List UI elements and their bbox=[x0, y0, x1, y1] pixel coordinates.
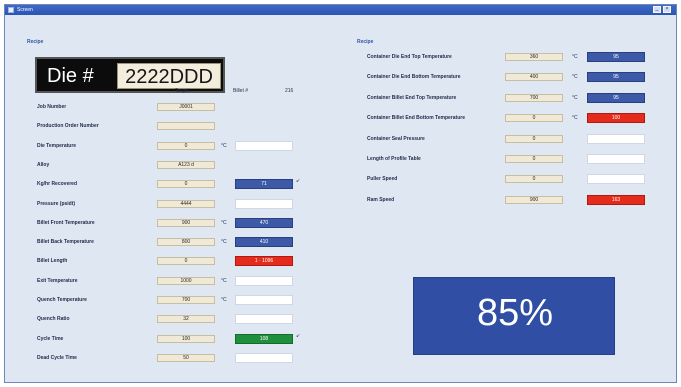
die-temperature-input[interactable]: 0 bbox=[157, 141, 215, 150]
pressure-psidt-input[interactable]: 4444 bbox=[157, 199, 215, 208]
cycle-time-label: Cycle Time bbox=[37, 335, 64, 342]
pressure-psidt-status-box bbox=[235, 198, 293, 209]
minimize-button[interactable]: _ bbox=[653, 6, 661, 13]
quench-ratio-label: Quench Ratio bbox=[37, 316, 70, 323]
job-number-label: Job Number bbox=[37, 104, 67, 110]
billet-back-temperature-unit: °C bbox=[221, 239, 227, 246]
exit-temperature-status-box bbox=[235, 275, 293, 286]
left-section-label: Recipe bbox=[27, 39, 44, 45]
die-value: 2222DDD bbox=[117, 63, 221, 89]
exit-temperature-input[interactable]: 1000 bbox=[157, 276, 215, 285]
container-seal-pressure-status-box bbox=[587, 133, 645, 144]
container-die-end-top-temperature-input[interactable]: 360 bbox=[505, 53, 563, 61]
billet-back-temperature-status-box: 410 bbox=[235, 237, 293, 248]
ram-speed-label: Ram Speed bbox=[367, 196, 395, 203]
container-die-end-top-temperature-label: Container Die End Top Temperature bbox=[367, 54, 452, 60]
die-banner: Die # 2222DDD bbox=[35, 57, 225, 93]
right-section-label: Recipe bbox=[357, 39, 374, 45]
billet-length-status-box: 1 · 1096 bbox=[235, 256, 293, 267]
puller-speed-label: Puller Speed bbox=[367, 176, 398, 183]
die-temperature-label: Die Temperature bbox=[37, 142, 77, 149]
quench-temperature-input[interactable]: 700 bbox=[157, 296, 215, 304]
length-of-profile-table-label: Length of Profile Table bbox=[367, 156, 421, 162]
cycle-time-input[interactable]: 100 bbox=[157, 334, 215, 343]
kg-hr-recovered-status-box: 71 bbox=[235, 179, 293, 190]
pressure-psidt-label: Pressure (psidt) bbox=[37, 200, 76, 207]
container-billet-end-bottom-temperature-label: Container Billet End Bottom Temperature bbox=[367, 115, 465, 122]
billet-front-temperature-label: Billet Front Temperature bbox=[37, 219, 95, 226]
exit-temperature-label: Exit Temperature bbox=[37, 277, 78, 284]
exit-temperature-unit: °C bbox=[221, 277, 227, 284]
quench-temperature-unit: °C bbox=[221, 297, 227, 303]
app-icon bbox=[8, 7, 14, 13]
puller-speed-status-box bbox=[587, 174, 645, 185]
billet-length-input[interactable]: 0 bbox=[157, 257, 215, 266]
window-title: Screen bbox=[17, 7, 33, 13]
container-die-end-bottom-temperature-input[interactable]: 400 bbox=[505, 73, 563, 82]
target-column-header: Target bbox=[175, 88, 189, 94]
ram-speed-input[interactable]: 900 bbox=[505, 195, 563, 204]
die-label: Die # bbox=[47, 65, 94, 87]
dead-cycle-time-status-box bbox=[235, 352, 293, 363]
puller-speed-input[interactable]: 0 bbox=[505, 175, 563, 184]
container-seal-pressure-label: Container Seal Pressure bbox=[367, 135, 425, 142]
billet-back-temperature-input[interactable]: 800 bbox=[157, 238, 215, 247]
dead-cycle-time-input[interactable]: 50 bbox=[157, 353, 215, 362]
title-bar: Screen _ × bbox=[5, 5, 676, 15]
ram-speed-status-box: 163 bbox=[587, 194, 645, 205]
billet-front-temperature-input[interactable]: 900 bbox=[157, 218, 215, 227]
container-billet-end-bottom-temperature-status-box: 100 bbox=[587, 113, 645, 124]
app-window: Screen _ × Recipe Die # 2222DDD Target B… bbox=[4, 4, 677, 383]
container-die-end-bottom-temperature-unit: °C bbox=[572, 74, 578, 81]
alloy-label: Alloy bbox=[37, 161, 50, 168]
container-billet-end-bottom-temperature-input[interactable]: 0 bbox=[505, 114, 563, 123]
cycle-time-marker-icon: ↙ bbox=[296, 332, 301, 339]
main-content: Recipe Die # 2222DDD Target Billet # 216… bbox=[5, 15, 676, 382]
progress-panel: 85% bbox=[413, 277, 615, 355]
alloy-input[interactable]: A123 d bbox=[157, 160, 215, 169]
container-seal-pressure-input[interactable]: 0 bbox=[505, 134, 563, 143]
quench-ratio-status-box bbox=[235, 314, 293, 325]
container-die-end-bottom-temperature-status-box: 95 bbox=[587, 72, 645, 83]
cycle-time-status-box: 108 bbox=[235, 333, 293, 344]
quench-ratio-input[interactable]: 32 bbox=[157, 315, 215, 324]
billet-number: 216 bbox=[285, 88, 294, 94]
billet-column-header: Billet # bbox=[233, 88, 249, 94]
container-billet-end-bottom-temperature-unit: °C bbox=[572, 115, 578, 122]
die-temperature-status-box bbox=[235, 140, 293, 151]
job-number-input[interactable]: J0001 bbox=[157, 103, 215, 111]
die-temperature-unit: °C bbox=[221, 142, 227, 149]
container-billet-end-top-temperature-unit: °C bbox=[572, 94, 578, 101]
kg-hr-recovered-label: Kg/hr Recovered bbox=[37, 181, 78, 188]
container-die-end-top-temperature-status-box: 95 bbox=[587, 52, 645, 62]
container-billet-end-top-temperature-label: Container Billet End Top Temperature bbox=[367, 94, 457, 101]
kg-hr-recovered-marker-icon: ↙ bbox=[296, 178, 301, 185]
billet-back-temperature-label: Billet Back Temperature bbox=[37, 239, 94, 246]
production-order-number-input[interactable] bbox=[157, 122, 215, 131]
container-die-end-bottom-temperature-label: Container Die End Bottom Temperature bbox=[367, 74, 461, 81]
length-of-profile-table-status-box bbox=[587, 154, 645, 164]
close-button[interactable]: × bbox=[663, 6, 671, 13]
quench-temperature-label: Quench Temperature bbox=[37, 297, 87, 303]
progress-percent: 85% bbox=[476, 292, 554, 334]
container-billet-end-top-temperature-status-box: 95 bbox=[587, 92, 645, 103]
production-order-number-label: Production Order Number bbox=[37, 123, 99, 130]
container-billet-end-top-temperature-input[interactable]: 700 bbox=[505, 93, 563, 102]
dead-cycle-time-label: Dead Cycle Time bbox=[37, 354, 77, 361]
quench-temperature-status-box bbox=[235, 295, 293, 305]
length-of-profile-table-input[interactable]: 0 bbox=[505, 155, 563, 163]
billet-length-label: Billet Length bbox=[37, 258, 68, 265]
billet-front-temperature-status-box: 470 bbox=[235, 217, 293, 228]
kg-hr-recovered-input[interactable]: 0 bbox=[157, 180, 215, 189]
billet-front-temperature-unit: °C bbox=[221, 219, 227, 226]
container-die-end-top-temperature-unit: °C bbox=[572, 54, 578, 60]
